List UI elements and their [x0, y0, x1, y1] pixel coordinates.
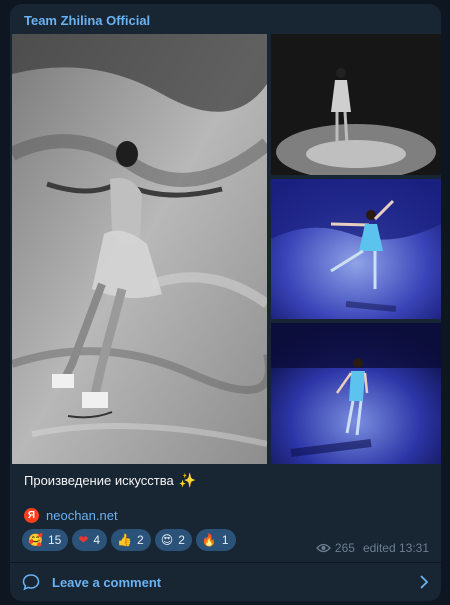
reaction-fire[interactable]: 🔥 1: [195, 529, 236, 551]
photo-skater-grayscale-spotlight[interactable]: [271, 34, 441, 175]
edited-timestamp: edited 13:31: [362, 541, 429, 555]
chevron-right-icon: [420, 575, 429, 589]
caption-text: Произведение искусства: [24, 473, 174, 488]
thumbs-up-icon: 👍: [117, 533, 133, 547]
fire-icon: 🔥: [201, 533, 217, 547]
reaction-smiling-face-with-hearts[interactable]: 🥰 15: [22, 529, 69, 551]
reaction-count: 15: [47, 533, 62, 547]
skater-photo-image: [271, 34, 441, 175]
reaction-thumbs-up[interactable]: 👍 2: [111, 529, 151, 551]
message-meta: 265 edited 13:31: [316, 541, 429, 555]
reactions-bar: 🥰 15 ❤ 4 👍 2 😍 2 🔥 1: [22, 529, 236, 551]
channel-name[interactable]: Team Zhilina Official: [24, 13, 150, 28]
reaction-count: 2: [137, 533, 144, 547]
photo-skater-blue-pose[interactable]: [271, 323, 441, 464]
photo-skater-blue-spiral[interactable]: [271, 179, 441, 319]
post-caption: Произведение искусства ✨: [24, 472, 196, 489]
reaction-count: 2: [178, 533, 185, 547]
reaction-heart-eyes[interactable]: 😍 2: [154, 529, 192, 551]
comment-bubble-icon: [22, 574, 40, 591]
skater-photo-image: [271, 179, 441, 319]
view-count: 265: [334, 541, 355, 555]
skater-photo-image: [271, 323, 441, 464]
message-card: Team Zhilina Official Произведение искус…: [10, 4, 441, 601]
heart-eyes-icon: 😍: [160, 533, 174, 547]
reaction-count: 4: [93, 533, 101, 547]
leave-comment-label: Leave a comment: [52, 574, 162, 590]
sparkle-icon: ✨: [178, 472, 197, 488]
photo-skater-grayscale-large[interactable]: [12, 34, 267, 464]
source-link[interactable]: Я neochan.net: [24, 508, 118, 523]
reaction-red-heart[interactable]: ❤ 4: [72, 529, 108, 551]
leave-comment-button[interactable]: Leave a comment: [10, 563, 441, 601]
reaction-count: 1: [221, 533, 229, 547]
skater-photo-image: [12, 34, 267, 464]
smiling-face-with-hearts-icon: 🥰: [28, 533, 43, 547]
red-heart-icon: ❤: [78, 533, 89, 547]
yandex-icon: Я: [24, 508, 39, 523]
source-link-text[interactable]: neochan.net: [46, 508, 118, 523]
eye-icon: [316, 543, 331, 553]
